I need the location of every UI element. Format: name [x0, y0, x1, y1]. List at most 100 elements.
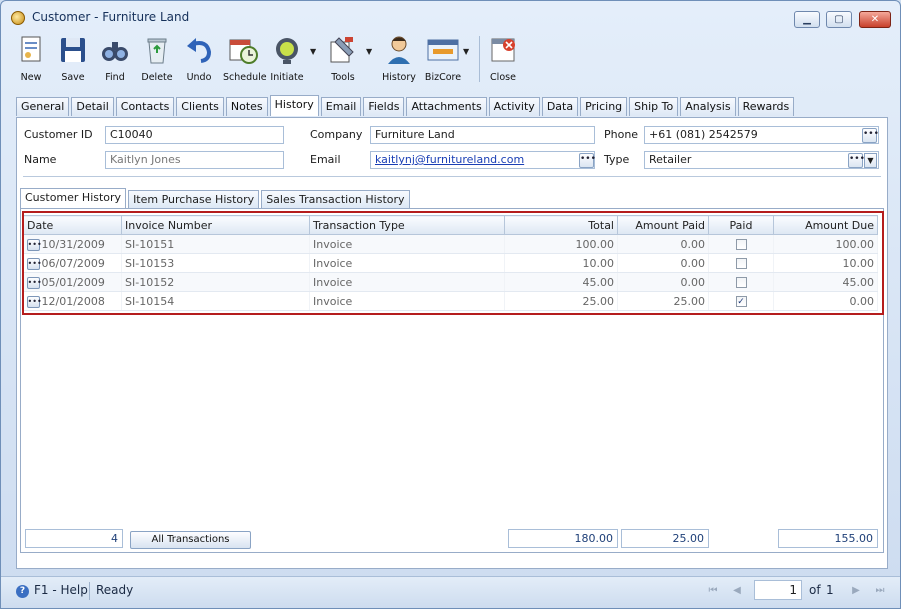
initiate-button[interactable]: Initiate	[269, 34, 305, 86]
tab-history[interactable]: History	[269, 95, 319, 116]
app-icon	[11, 11, 25, 25]
email-field[interactable]: kaitlynj@furnitureland.com	[370, 151, 595, 169]
paid-checkbox[interactable]	[735, 277, 747, 288]
paid-checkbox[interactable]	[735, 258, 747, 269]
customer-id-label: Customer ID	[24, 128, 93, 141]
column-header-date[interactable]: Date	[23, 215, 122, 235]
row-invoice-number: SI-10153	[121, 253, 310, 273]
company-field[interactable]: Furniture Land	[370, 126, 595, 144]
find-button[interactable]: Find	[97, 34, 133, 86]
recycle-bin-icon	[147, 38, 167, 64]
tab-detail[interactable]: Detail	[71, 97, 114, 116]
tab-email[interactable]: Email	[320, 97, 362, 116]
column-header-amount-paid[interactable]: Amount Paid	[617, 215, 709, 235]
row-total: 100.00	[504, 234, 618, 254]
company-label: Company	[310, 128, 363, 141]
close-button[interactable]: Close	[485, 34, 521, 86]
close-window-button[interactable]: ✕	[859, 11, 891, 28]
row-amount-paid: 0.00	[617, 253, 709, 273]
schedule-button[interactable]: Schedule	[223, 34, 267, 86]
row-ellipsis-button[interactable]: •••	[26, 257, 42, 270]
last-page-icon[interactable]: ⏭	[871, 582, 889, 600]
undo-arrow-icon	[187, 38, 212, 63]
table-row[interactable]: •••05/01/2009 SI-10152 Invoice 45.00 0.0…	[23, 272, 878, 292]
column-header-total[interactable]: Total	[504, 215, 618, 235]
column-header-invoice-number[interactable]: Invoice Number	[121, 215, 310, 235]
tab-fields[interactable]: Fields	[363, 97, 405, 116]
tab-general[interactable]: General	[16, 97, 70, 116]
table-row[interactable]: •••12/01/2008 SI-10154 Invoice 25.00 25.…	[23, 291, 878, 311]
traffic-light-icon	[276, 38, 298, 64]
paid-checkbox[interactable]	[735, 239, 747, 250]
phone-ellipsis-button[interactable]: •••	[862, 128, 879, 143]
table-row[interactable]: •••10/31/2009 SI-10151 Invoice 100.00 0.…	[23, 234, 878, 254]
tab-clients[interactable]: Clients	[176, 97, 224, 116]
close-icon: ✕	[870, 14, 880, 25]
tab-notes[interactable]: Notes	[225, 97, 268, 116]
minimize-button[interactable]: ▁	[794, 11, 820, 28]
customer-id-field[interactable]: C10040	[105, 126, 284, 144]
new-button[interactable]: New	[13, 34, 49, 86]
phone-field[interactable]: +61 (081) 2542579	[644, 126, 879, 144]
type-ellipsis-button[interactable]: •••	[848, 153, 865, 168]
undo-button[interactable]: Undo	[181, 34, 217, 86]
status-bar: ? F1 - Help Ready ⏮ ◀ 1 of 1 ▶ ⏭	[1, 576, 900, 608]
row-total: 25.00	[504, 291, 618, 311]
subtab-item-purchase-history[interactable]: Item Purchase History	[128, 190, 260, 208]
type-select[interactable]: Retailer	[644, 151, 879, 169]
row-total: 10.00	[504, 253, 618, 273]
tab-ship-to[interactable]: Ship To	[629, 97, 679, 116]
all-transactions-button[interactable]: All Transactions	[130, 531, 251, 549]
customer-window: Customer - Furniture Land ▁ ▢ ✕ New Save…	[0, 0, 901, 609]
row-ellipsis-button[interactable]: •••	[26, 238, 42, 251]
footer-row-count: 4	[25, 529, 123, 548]
row-ellipsis-button[interactable]: •••	[26, 295, 42, 308]
subtab-sales-transaction-history[interactable]: Sales Transaction History	[261, 190, 410, 208]
help-label[interactable]: F1 - Help	[34, 583, 88, 597]
tab-data[interactable]: Data	[541, 97, 579, 116]
name-label: Name	[24, 153, 57, 166]
tools-button[interactable]: Tools	[325, 34, 361, 86]
tab-attachments[interactable]: Attachments	[406, 97, 487, 116]
row-amount-paid: 25.00	[617, 291, 709, 311]
tab-contacts[interactable]: Contacts	[115, 97, 175, 116]
toolbar-separator	[479, 36, 480, 82]
initiate-dropdown-icon[interactable]: ▼	[310, 47, 316, 56]
previous-page-icon[interactable]: ◀	[728, 582, 746, 600]
row-ellipsis-button[interactable]: •••	[26, 276, 42, 289]
table-row[interactable]: •••06/07/2009 SI-10153 Invoice 10.00 0.0…	[23, 253, 878, 273]
email-ellipsis-button[interactable]: •••	[579, 153, 596, 168]
page-number-input[interactable]: 1	[754, 580, 802, 600]
tools-dropdown-icon[interactable]: ▼	[366, 47, 372, 56]
tab-activity[interactable]: Activity	[488, 97, 540, 116]
tab-analysis[interactable]: Analysis	[680, 97, 736, 116]
row-amount-paid: 0.00	[617, 272, 709, 292]
row-total: 45.00	[504, 272, 618, 292]
page-of-label: of	[809, 583, 821, 597]
next-page-icon[interactable]: ▶	[847, 582, 865, 600]
delete-button[interactable]: Delete	[139, 34, 175, 86]
tab-rewards[interactable]: Rewards	[737, 97, 795, 116]
column-header-paid[interactable]: Paid	[708, 215, 774, 235]
footer-amount-paid: 25.00	[621, 529, 709, 548]
main-tabs: General Detail Contacts Clients Notes Hi…	[16, 95, 796, 117]
name-field[interactable]: Kaitlyn Jones	[105, 151, 284, 169]
bizcore-dropdown-icon[interactable]: ▼	[463, 47, 469, 56]
bizcore-button[interactable]: BizCore	[423, 34, 463, 86]
first-page-icon[interactable]: ⏮	[704, 582, 722, 600]
tab-pricing[interactable]: Pricing	[580, 97, 628, 116]
page-count: 1	[826, 583, 834, 597]
history-button[interactable]: History	[381, 34, 417, 86]
row-invoice-number: SI-10151	[121, 234, 310, 254]
column-header-transaction-type[interactable]: Transaction Type	[309, 215, 505, 235]
type-dropdown-icon[interactable]: ▼	[864, 153, 877, 168]
maximize-button[interactable]: ▢	[826, 11, 852, 28]
paid-checkbox[interactable]: ✓	[735, 296, 747, 307]
column-header-amount-due[interactable]: Amount Due	[773, 215, 878, 235]
row-transaction-type: Invoice	[309, 234, 505, 254]
subtab-customer-history[interactable]: Customer History	[20, 188, 127, 208]
help-icon[interactable]: ?	[16, 585, 29, 598]
close-window-icon	[491, 38, 515, 62]
save-button[interactable]: Save	[55, 34, 91, 86]
bizcore-icon	[427, 39, 459, 61]
